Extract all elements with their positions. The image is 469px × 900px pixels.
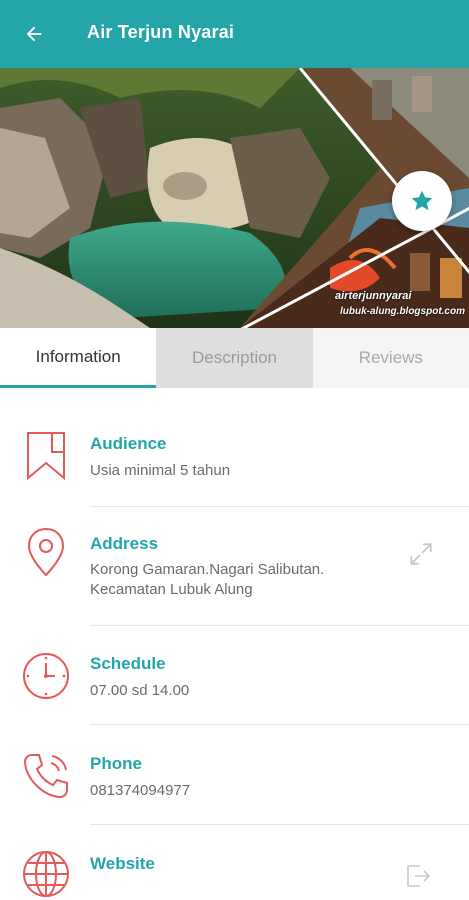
tab-reviews[interactable]: Reviews: [312, 328, 469, 388]
watermark-handle: airterjunnyarai: [335, 290, 412, 302]
open-external-icon: [407, 865, 431, 887]
divider: [90, 506, 469, 507]
phone-icon: [20, 750, 72, 802]
globe-icon: [20, 848, 72, 900]
expand-map-button[interactable]: [405, 538, 437, 570]
divider: [90, 724, 469, 725]
tab-description[interactable]: Description: [156, 328, 313, 388]
phone-label: Phone: [90, 754, 142, 773]
clock-icon: [20, 650, 72, 702]
phone-value: 081374094977: [90, 782, 191, 799]
tab-bar: Information Description Reviews: [0, 328, 469, 388]
audience-value: Usia minimal 5 tahun: [90, 462, 231, 479]
divider: [90, 625, 469, 626]
bookmark-icon: [20, 430, 72, 482]
location-pin-icon: [20, 526, 72, 578]
schedule-label: Schedule: [90, 654, 166, 673]
open-website-button[interactable]: [402, 860, 434, 892]
favorite-button[interactable]: [392, 171, 452, 231]
website-label: Website: [90, 854, 155, 873]
star-icon: [411, 190, 433, 211]
address-label: Address: [90, 534, 159, 553]
back-button[interactable]: [18, 18, 50, 50]
divider: [90, 824, 469, 825]
watermark-site: lubuk-alung.blogspot.com: [340, 306, 465, 317]
arrow-left-icon: [26, 26, 42, 42]
tab-information[interactable]: Information: [0, 328, 157, 388]
information-panel: Audience Usia minimal 5 tahun Address Ko…: [0, 388, 469, 900]
address-value: Korong Gamaran.Nagari Salibutan. Kecamat…: [90, 561, 325, 598]
audience-label: Audience: [90, 434, 167, 453]
schedule-value: 07.00 sd 14.00: [90, 682, 190, 699]
page-title: Air Terjun Nyarai: [87, 22, 235, 42]
hero-image: [0, 68, 469, 328]
app-bar: Air Terjun Nyarai: [0, 0, 469, 68]
expand-icon: [410, 543, 432, 565]
